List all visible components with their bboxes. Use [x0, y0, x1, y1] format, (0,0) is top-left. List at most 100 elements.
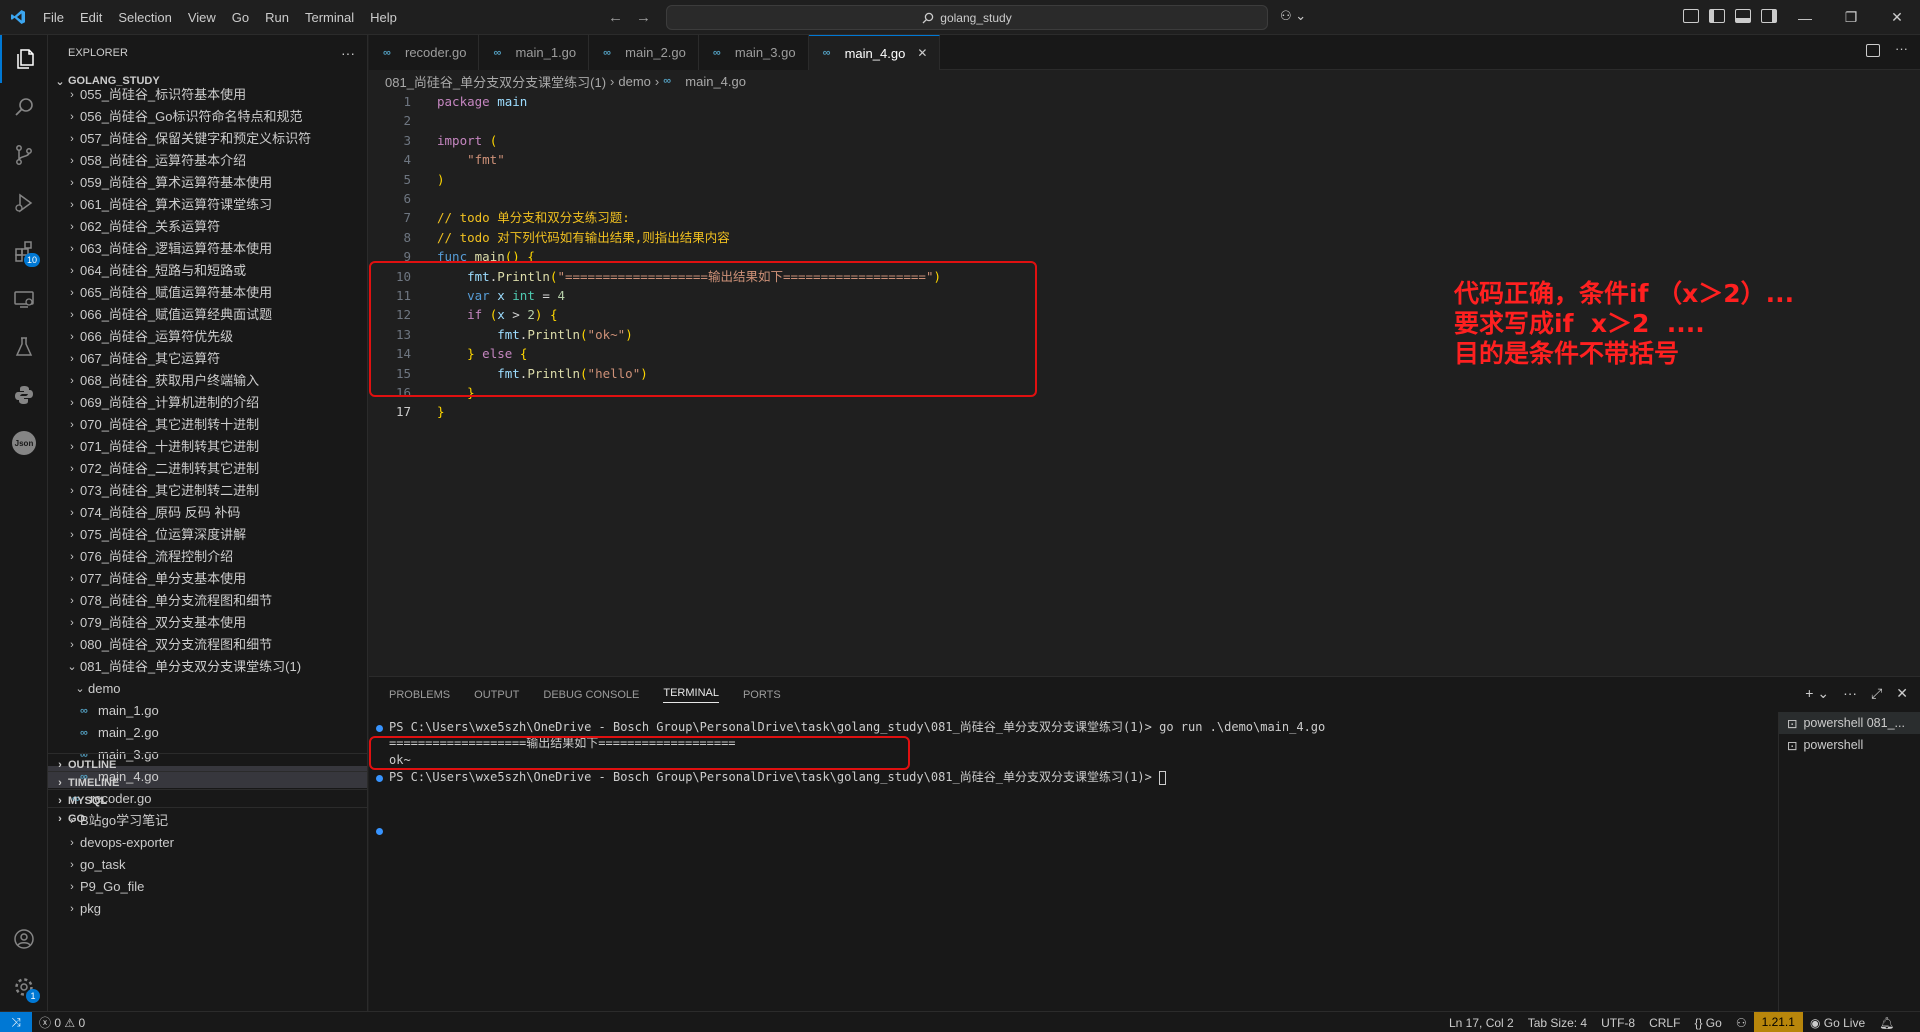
- testing-icon[interactable]: [0, 323, 48, 371]
- source-control-icon[interactable]: [0, 131, 48, 179]
- tree-folder[interactable]: › 078_尚硅谷_单分支流程图和细节: [48, 590, 367, 612]
- tree-folder[interactable]: › 068_尚硅谷_获取用户终端输入: [48, 370, 367, 392]
- copilot-status-icon[interactable]: ⚇: [1729, 1016, 1754, 1030]
- tree-folder[interactable]: › 075_尚硅谷_位运算深度讲解: [48, 524, 367, 546]
- tree-folder[interactable]: › 067_尚硅谷_其它运算符: [48, 348, 367, 370]
- tab-main-2[interactable]: ∞ main_2.go: [589, 35, 699, 70]
- tree-folder[interactable]: › P9_Go_file: [48, 876, 367, 898]
- tree-folder[interactable]: › 070_尚硅谷_其它进制转十进制: [48, 414, 367, 436]
- tree-folder[interactable]: › 076_尚硅谷_流程控制介绍: [48, 546, 367, 568]
- tab-main-3[interactable]: ∞ main_3.go: [698, 35, 809, 70]
- json-icon[interactable]: Json: [0, 419, 48, 467]
- tree-folder[interactable]: › pkg: [48, 898, 367, 920]
- problems-status[interactable]: ⓧ 0 ⚠ 0: [32, 1014, 92, 1031]
- eol[interactable]: CRLF: [1642, 1016, 1687, 1030]
- toggle-panel-icon[interactable]: [1735, 9, 1751, 23]
- tree-folder[interactable]: › 071_尚硅谷_十进制转其它进制: [48, 436, 367, 458]
- go-live[interactable]: ◉ Go Live: [1803, 1016, 1872, 1030]
- menu-help[interactable]: Help: [362, 0, 405, 35]
- more-actions-icon[interactable]: ···: [1843, 685, 1857, 702]
- go-version[interactable]: 1.21.1: [1753, 1012, 1803, 1032]
- menu-view[interactable]: View: [180, 0, 224, 35]
- toggle-primary-sidebar-icon[interactable]: [1709, 9, 1725, 23]
- remote-explorer-icon[interactable]: [0, 275, 48, 323]
- tab-main-4[interactable]: ∞ main_4.go ✕: [808, 35, 941, 70]
- tree-folder[interactable]: › 079_尚硅谷_双分支基本使用: [48, 612, 367, 634]
- tree-folder[interactable]: › 061_尚硅谷_算术运算符课堂练习: [48, 194, 367, 216]
- tree-folder[interactable]: › 080_尚硅谷_双分支流程图和细节: [48, 634, 367, 656]
- run-debug-icon[interactable]: [0, 179, 48, 227]
- tab-size[interactable]: Tab Size: 4: [1521, 1016, 1594, 1030]
- close-panel-icon[interactable]: ✕: [1896, 685, 1908, 702]
- manage-gear-icon[interactable]: 1: [0, 963, 48, 1011]
- tree-folder[interactable]: › 058_尚硅谷_运算符基本介绍: [48, 150, 367, 172]
- tree-folder[interactable]: › 062_尚硅谷_关系运算符: [48, 216, 367, 238]
- tree-folder[interactable]: › 072_尚硅谷_二进制转其它进制: [48, 458, 367, 480]
- go-section[interactable]: › GO: [48, 807, 367, 829]
- copilot-icon[interactable]: ⚇ ⌄: [1280, 8, 1306, 24]
- toggle-secondary-sidebar-icon[interactable]: [1761, 9, 1777, 23]
- tab-terminal[interactable]: TERMINAL: [663, 687, 719, 703]
- terminal-item[interactable]: ⊡ powershell 081_...: [1779, 712, 1920, 734]
- tree-folder[interactable]: › 065_尚硅谷_赋值运算符基本使用: [48, 282, 367, 304]
- more-actions-icon[interactable]: ···: [341, 45, 355, 61]
- tab-problems[interactable]: PROBLEMS: [389, 689, 450, 701]
- tree-folder[interactable]: › 055_尚硅谷_标识符基本使用: [48, 84, 367, 106]
- tree-folder[interactable]: › 057_尚硅谷_保留关键字和预定义标识符: [48, 128, 367, 150]
- tree-folder-open[interactable]: ⌄ 081_尚硅谷_单分支双分支课堂练习(1): [48, 656, 367, 678]
- command-center-search[interactable]: golang_study: [666, 5, 1268, 30]
- new-terminal-icon[interactable]: + ⌄: [1805, 685, 1829, 702]
- breadcrumb-folder[interactable]: 081_尚硅谷_单分支双分支课堂练习(1): [385, 72, 606, 91]
- tree-folder[interactable]: › 059_尚硅谷_算术运算符基本使用: [48, 172, 367, 194]
- menu-selection[interactable]: Selection: [110, 0, 179, 35]
- maximize-panel-icon[interactable]: ⤢: [1871, 685, 1882, 702]
- tree-folder[interactable]: › go_task: [48, 854, 367, 876]
- extensions-icon[interactable]: 10: [0, 227, 48, 275]
- tree-folder[interactable]: › devops-exporter: [48, 832, 367, 854]
- tree-folder[interactable]: › 056_尚硅谷_Go标识符命名特点和规范: [48, 106, 367, 128]
- breadcrumb-file[interactable]: main_4.go: [685, 74, 746, 89]
- tree-folder[interactable]: › 064_尚硅谷_短路与和短路或: [48, 260, 367, 282]
- terminal-output[interactable]: PS C:\Users\wxe5szh\OneDrive - Bosch Gro…: [369, 719, 1759, 1009]
- tab-recoder[interactable]: ∞ recoder.go: [369, 35, 480, 70]
- terminal-item[interactable]: ⊡ powershell: [1779, 734, 1920, 756]
- search-icon[interactable]: [0, 83, 48, 131]
- more-actions-icon[interactable]: ···: [1895, 41, 1908, 56]
- menu-go[interactable]: Go: [224, 0, 257, 35]
- remote-indicator-icon[interactable]: ⤨: [0, 1011, 32, 1032]
- arrow-left-icon[interactable]: ←: [608, 9, 623, 26]
- menu-file[interactable]: File: [35, 0, 72, 35]
- tab-main-1[interactable]: ∞ main_1.go: [479, 35, 590, 70]
- python-icon[interactable]: [0, 371, 48, 419]
- tree-folder[interactable]: › 074_尚硅谷_原码 反码 补码: [48, 502, 367, 524]
- menu-edit[interactable]: Edit: [72, 0, 110, 35]
- menu-run[interactable]: Run: [257, 0, 297, 35]
- tab-output[interactable]: OUTPUT: [474, 689, 519, 701]
- close-tab-icon[interactable]: ✕: [917, 46, 927, 60]
- customize-layout-icon[interactable]: [1683, 9, 1699, 23]
- tree-folder[interactable]: › 069_尚硅谷_计算机进制的介绍: [48, 392, 367, 414]
- cursor-position[interactable]: Ln 17, Col 2: [1442, 1016, 1521, 1030]
- encoding[interactable]: UTF-8: [1594, 1016, 1642, 1030]
- restore-icon[interactable]: ❐: [1828, 0, 1874, 35]
- tree-folder-demo[interactable]: ⌄ demo: [48, 678, 367, 700]
- tree-folder[interactable]: › 066_尚硅谷_赋值运算经典面试题: [48, 304, 367, 326]
- notifications-bell-icon[interactable]: 🔔︎: [1872, 1016, 1901, 1030]
- tree-file[interactable]: ∞ main_2.go: [48, 722, 367, 744]
- menu-terminal[interactable]: Terminal: [297, 0, 362, 35]
- split-editor-icon[interactable]: [1866, 44, 1880, 57]
- tree-folder[interactable]: › 077_尚硅谷_单分支基本使用: [48, 568, 367, 590]
- minimize-icon[interactable]: —: [1782, 0, 1828, 35]
- tree-folder[interactable]: › 063_尚硅谷_逻辑运算符基本使用: [48, 238, 367, 260]
- language-mode[interactable]: {} Go: [1687, 1016, 1728, 1030]
- tab-ports[interactable]: PORTS: [743, 689, 781, 701]
- arrow-right-icon[interactable]: →: [636, 9, 651, 26]
- account-icon[interactable]: [0, 915, 48, 963]
- tab-debug-console[interactable]: DEBUG CONSOLE: [543, 689, 639, 701]
- tree-file[interactable]: ∞ main_1.go: [48, 700, 367, 722]
- tree-folder[interactable]: › 066_尚硅谷_运算符优先级: [48, 326, 367, 348]
- breadcrumb-subfolder[interactable]: demo: [618, 74, 651, 89]
- close-window-icon[interactable]: ✕: [1874, 0, 1920, 35]
- explorer-icon[interactable]: [0, 35, 48, 83]
- tree-folder[interactable]: › 073_尚硅谷_其它进制转二进制: [48, 480, 367, 502]
